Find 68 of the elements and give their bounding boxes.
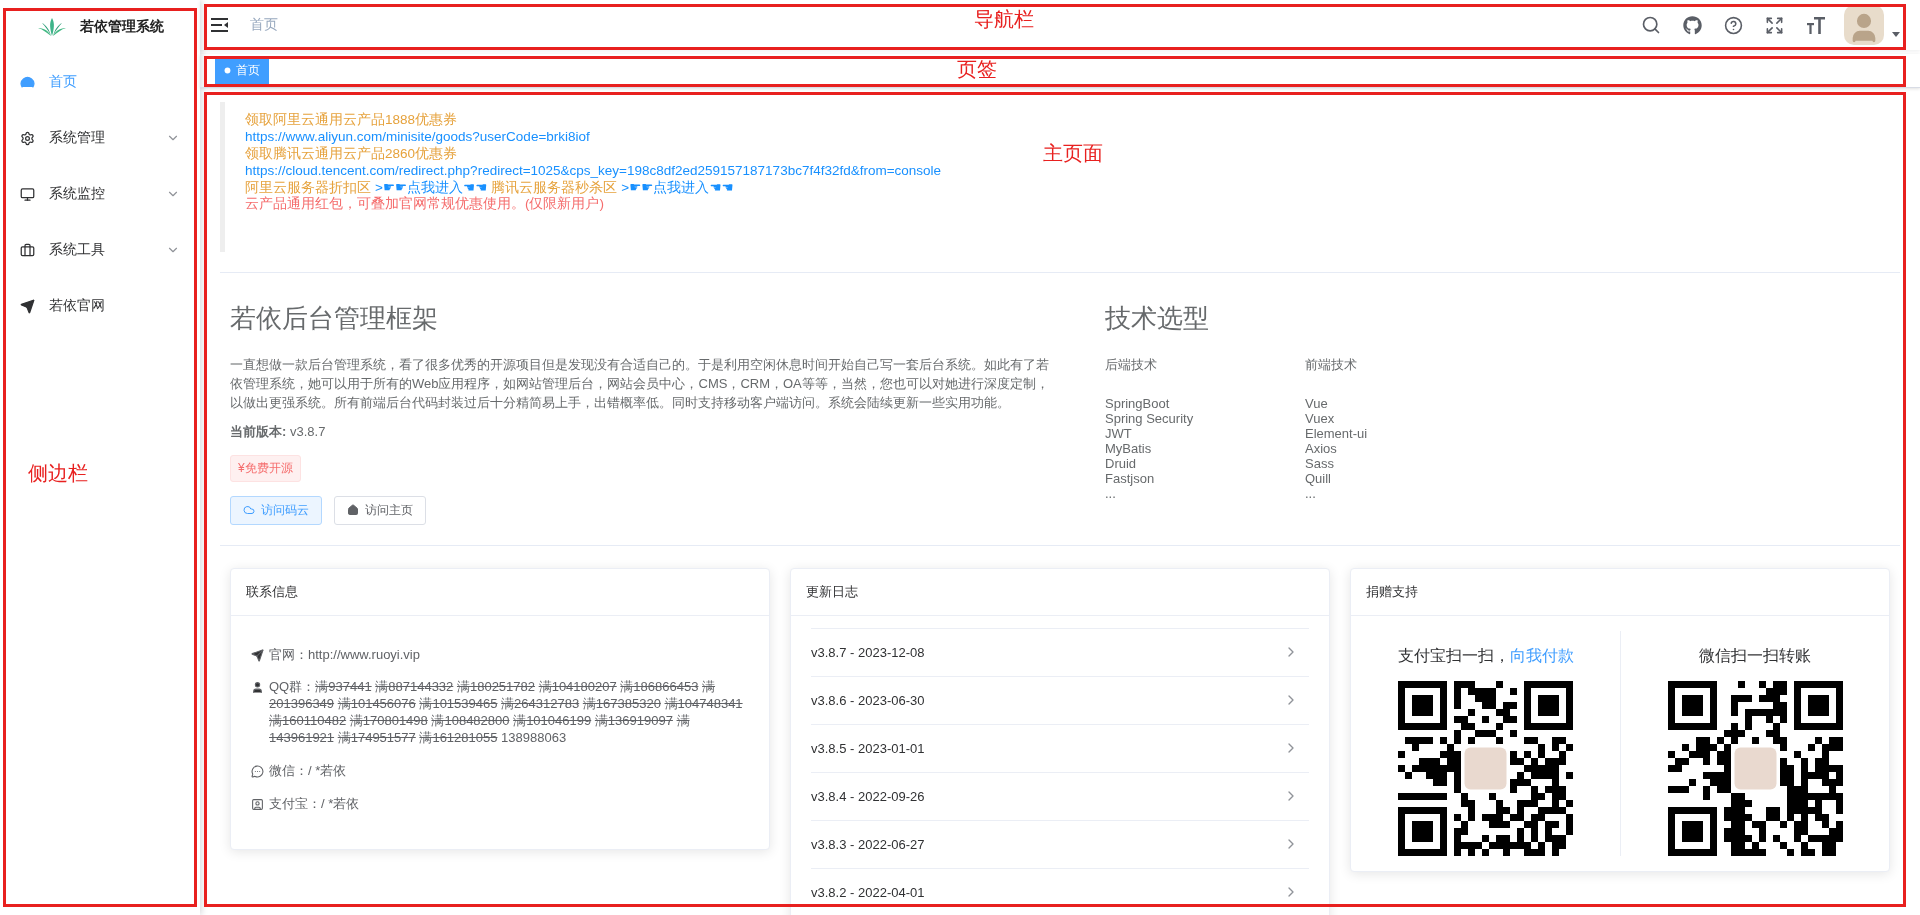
tech-item: Element-ui <box>1305 426 1369 441</box>
tech-item: Vuex <box>1305 411 1336 426</box>
contact-text: 微信：/ *若依 <box>269 763 347 780</box>
tech-item: SpringBoot <box>1105 396 1171 411</box>
chat-bubble-icon <box>251 765 264 778</box>
promo-text: 云产品通用红包，可叠加官网常规优惠使用。(仅限新用户) <box>245 196 604 212</box>
changelog-item[interactable]: v3.8.7 - 2023-12-08 <box>811 627 1309 676</box>
changelog-item[interactable]: v3.8.6 - 2023-06-30 <box>811 675 1309 724</box>
cloud-icon <box>243 504 255 517</box>
sidebar-item[interactable]: 若依官网 <box>0 278 200 334</box>
tech-item: Quill <box>1305 471 1332 486</box>
tech-item: Fastjson <box>1105 471 1156 486</box>
annotation-label: 页签 <box>956 57 997 82</box>
promo-text: 领取腾讯云通用云产品2860优惠券 <box>245 145 458 161</box>
free-tag: ¥免费开源 <box>230 454 301 482</box>
home-icon <box>347 504 359 517</box>
column-heading: 前端技术 <box>1305 356 1358 374</box>
annotation-label: 导航栏 <box>974 7 1034 32</box>
contact-text: QQ群：满937441 满887144332 满180251782 满104180207 满186866453 满201396349 满101456076 满101539465 满264312783 满167385320 满104748341 满160110482 满170801498 满108482800 满101046199 满136919097 满143961921 满174951577 满161281055 138988063 <box>269 679 744 747</box>
tech-item: ... <box>1105 486 1117 501</box>
card-title: 联系信息 <box>231 568 769 616</box>
sidebar-item[interactable]: 系统管理 <box>0 110 200 166</box>
intro-paragraph: 一直想做一款后台管理系统，看了很多优秀的开源项目但是发现没有合适自己的。于是利用空闲休息时间开始自己写一套后台系统。如此有了若依管理系统，她可以用于所有的Web应用程序，如网站管理后台，网站会员中心，CMS，CRM，OA等等，当然，您也可以对她进行深度定制，以做出更强系统。所有前端后台代码封装过后十分精简易上手，出错概率低。同时支持移动客户端访问。系统会陆续更新一些实用功能。 <box>230 356 1050 412</box>
dot-icon <box>224 67 231 74</box>
sidebar-item[interactable]: 系统监控 <box>0 166 200 222</box>
gear-icon <box>20 130 35 146</box>
section-title: 若依后台管理框架 <box>230 302 439 335</box>
card-title: 更新日志 <box>791 568 1329 616</box>
tech-item: Sass <box>1305 456 1335 471</box>
annotation-label: 主页面 <box>1042 141 1103 166</box>
tech-item: MyBatis <box>1105 441 1153 456</box>
user-icon <box>251 681 264 695</box>
paper-plane-icon <box>251 648 264 662</box>
promo-text: 领取阿里云通用云产品1888优惠券 <box>245 112 458 127</box>
caret-down-icon[interactable] <box>1892 31 1900 37</box>
tech-item: ... <box>1305 486 1317 501</box>
changelog-item[interactable]: v3.8.4 - 2022-09-26 <box>811 771 1309 820</box>
contact-text: 官网：http://www.ruoyi.vip <box>269 646 420 664</box>
card-title: 捐赠支持 <box>1351 568 1889 616</box>
tech-item: JWT <box>1105 426 1133 441</box>
tech-item: Vue <box>1305 396 1329 411</box>
breadcrumb: 首页 <box>250 16 278 34</box>
tech-item: Axios <box>1305 441 1338 456</box>
paper-plane-icon <box>20 298 35 314</box>
promo-text: 腾讯云服务器秒杀区 <box>491 179 618 195</box>
version-text: 当前版本: v3.8.7 <box>230 422 327 441</box>
column-heading: 后端技术 <box>1105 356 1158 374</box>
sidebar-item[interactable]: 系统工具 <box>0 222 200 278</box>
avatar[interactable] <box>1844 5 1884 45</box>
font-size-icon <box>1806 15 1826 35</box>
promo-text: 阿里云服务器折扣区 <box>245 179 371 195</box>
donate-heading: 微信扫一扫转账 <box>1699 645 1811 666</box>
tech-item: Spring Security <box>1105 411 1195 426</box>
annotation-label: 侧边栏 <box>28 461 88 486</box>
contact-text: 支付宝：/ *若依 <box>269 795 360 813</box>
visit-homepage-button[interactable]: 访问主页 <box>334 495 426 525</box>
leaf-logo-icon <box>36 17 68 37</box>
changelog-item[interactable]: v3.8.5 - 2023-01-01 <box>811 723 1309 772</box>
toolbox-icon <box>20 242 35 258</box>
id-card-icon <box>251 797 264 811</box>
changelog-item[interactable]: v3.8.2 - 2022-04-01 <box>811 867 1309 915</box>
section-title: 技术选型 <box>1105 302 1210 335</box>
app-title: 若依管理系统 <box>80 18 164 36</box>
donate-heading: 支付宝扫一扫，向我付款 <box>1397 645 1574 666</box>
sidebar-toggle-button[interactable] <box>210 16 230 34</box>
changelog-item[interactable]: v3.8.3 - 2022-06-27 <box>811 819 1309 868</box>
tech-item: Druid <box>1105 456 1138 471</box>
monitor-icon <box>20 186 35 202</box>
